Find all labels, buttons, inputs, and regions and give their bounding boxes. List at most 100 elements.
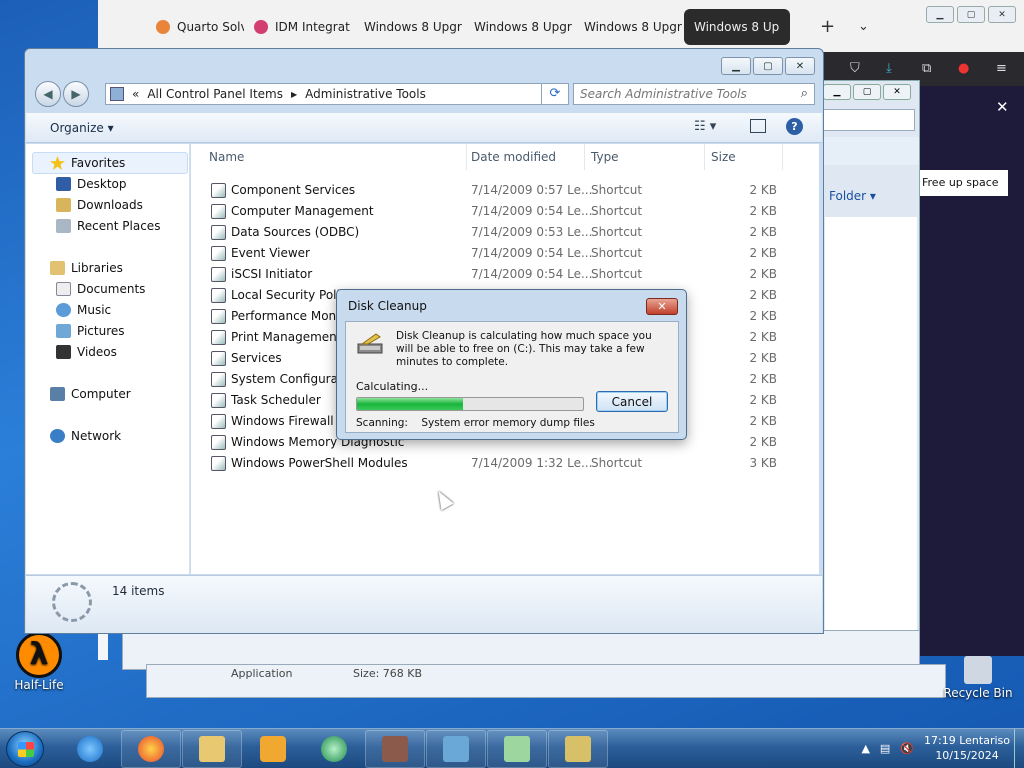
new-tab-button[interactable]: +: [820, 16, 835, 37]
taskbar-firefox[interactable]: [121, 730, 181, 768]
table-row[interactable]: Computer Management 7/14/2009 0:54 Le... S…: [191, 201, 819, 222]
nav-downloads[interactable]: Downloads: [56, 198, 143, 212]
nav-pictures[interactable]: Pictures: [56, 324, 125, 338]
app-icon: [321, 736, 347, 762]
close-icon[interactable]: ✕: [996, 98, 1009, 116]
bg-folder-button[interactable]: Folder ▾: [829, 189, 876, 203]
shortcut-icon: [211, 351, 226, 366]
taskbar-app-green[interactable]: [304, 730, 364, 768]
column-header-size[interactable]: Size: [707, 144, 783, 170]
file-size: 2 KB: [749, 330, 777, 344]
tab-favicon-icon: [156, 20, 170, 34]
desktop-icon-half-life[interactable]: λ Half-Life: [10, 632, 68, 692]
shortcut-icon: [211, 183, 226, 198]
taskbar-app-chart[interactable]: [487, 730, 547, 768]
back-button[interactable]: ◀: [35, 81, 61, 107]
nav-documents[interactable]: Documents: [56, 282, 145, 296]
table-row[interactable]: Windows PowerShell Modules 7/14/2009 1:32…: [191, 453, 819, 474]
bg-file-type: Application: [231, 667, 293, 680]
volume-muted-icon[interactable]: 🔇: [900, 742, 914, 755]
forward-button[interactable]: ▶: [63, 81, 89, 107]
column-header-type[interactable]: Type: [587, 144, 705, 170]
bg-minimize-button[interactable]: ▁: [823, 84, 851, 100]
dialog-close-button[interactable]: ✕: [646, 298, 678, 315]
start-button[interactable]: [6, 731, 44, 767]
help-icon[interactable]: ?: [786, 118, 803, 135]
taskbar-app-tools[interactable]: [365, 730, 425, 768]
file-size: 2 KB: [749, 393, 777, 407]
star-icon: [50, 156, 65, 170]
browser-close-button[interactable]: ✕: [988, 6, 1016, 23]
show-hidden-icons-icon[interactable]: ▲: [861, 742, 869, 755]
breadcrumb-separator-icon[interactable]: ▶: [291, 90, 297, 99]
browser-minimize-button[interactable]: ▁: [926, 6, 954, 23]
column-header-date[interactable]: Date modified: [467, 144, 585, 170]
file-date: 7/14/2009 0:53 Le...: [471, 225, 593, 239]
browser-tab[interactable]: IDM Integrat: [244, 9, 354, 45]
desktop-icon-recycle-bin[interactable]: Recycle Bin: [940, 656, 1016, 700]
nav-favorites[interactable]: Favorites: [50, 156, 125, 170]
search-icon[interactable]: ⌕: [801, 86, 808, 101]
table-row[interactable]: Data Sources (ODBC) 7/14/2009 0:53 Le... S…: [191, 222, 819, 243]
preview-pane-button[interactable]: [750, 119, 766, 133]
file-type: Shortcut: [591, 204, 643, 218]
nav-network[interactable]: Network: [50, 429, 121, 443]
extensions-icon[interactable]: ⧉: [922, 61, 931, 76]
show-desktop-button[interactable]: [1014, 729, 1024, 768]
taskbar-control-panel[interactable]: [426, 730, 486, 768]
close-button[interactable]: ✕: [785, 57, 815, 75]
minimize-button[interactable]: ▁: [721, 57, 751, 75]
pocket-icon[interactable]: ⛉: [850, 61, 860, 76]
browser-tab[interactable]: Quarto Solve: [146, 9, 244, 45]
menu-icon[interactable]: ≡: [996, 61, 1007, 76]
recycle-bin-icon: [964, 656, 992, 684]
browser-tab[interactable]: Windows 8 Upgr: [354, 9, 464, 45]
address-bar[interactable]: « All Control Panel Items ▶ Administrati…: [105, 83, 567, 105]
nav-computer[interactable]: Computer: [50, 387, 131, 401]
bg-search-input[interactable]: [821, 109, 915, 131]
network-status-icon[interactable]: ▤: [880, 742, 890, 755]
tab-label: IDM Integrat: [275, 20, 350, 34]
bg-explorer-window-controls: ▁ ▢ ✕: [823, 84, 911, 100]
clock[interactable]: 17:19 Lentariso 10/15/2024: [924, 733, 1010, 763]
taskbar-media-player[interactable]: [243, 730, 303, 768]
browser-maximize-button[interactable]: ▢: [957, 6, 985, 23]
organize-button[interactable]: Organize ▾: [50, 121, 114, 135]
control-panel-icon: [443, 736, 469, 762]
desktop-icon-label: Half-Life: [14, 678, 64, 692]
nav-desktop[interactable]: Desktop: [56, 177, 127, 191]
clock-time: 17:19 Lentariso: [924, 734, 1010, 747]
browser-tab[interactable]: Windows 8 Up✕: [684, 9, 790, 45]
search-input[interactable]: [574, 84, 784, 104]
table-row[interactable]: Component Services 7/14/2009 0:57 Le... Sh…: [191, 180, 819, 201]
breadcrumb-admin-tools[interactable]: Administrative Tools: [305, 87, 426, 101]
tab-list-chevron-icon[interactable]: ⌄: [858, 19, 869, 34]
browser-tab[interactable]: Windows 8 Upgr: [464, 9, 574, 45]
taskbar-internet-explorer[interactable]: [60, 730, 120, 768]
nav-label: Desktop: [77, 177, 127, 191]
download-icon[interactable]: ⤓: [886, 61, 892, 76]
taskbar-explorer[interactable]: [182, 730, 242, 768]
bg-close-button[interactable]: ✕: [883, 84, 911, 100]
nav-videos[interactable]: Videos: [56, 345, 117, 359]
breadcrumb-overflow[interactable]: «: [132, 87, 139, 101]
ublock-icon[interactable]: ●: [958, 61, 969, 76]
search-box: ⌕: [573, 83, 815, 105]
nav-music[interactable]: Music: [56, 303, 111, 317]
refresh-button[interactable]: ⟳: [541, 83, 569, 105]
change-view-button[interactable]: ☷ ▾: [694, 119, 716, 134]
taskbar-disk-cleanup[interactable]: [548, 730, 608, 768]
tab-label: Quarto Solve: [177, 20, 244, 34]
file-name: Computer Management: [231, 204, 374, 218]
browser-tab[interactable]: Windows 8 Upgr: [574, 9, 684, 45]
table-row[interactable]: Event Viewer 7/14/2009 0:54 Le... Shortcut…: [191, 243, 819, 264]
bg-maximize-button[interactable]: ▢: [853, 84, 881, 100]
maximize-button[interactable]: ▢: [753, 57, 783, 75]
cancel-button[interactable]: Cancel: [596, 391, 668, 412]
breadcrumb-control-panel[interactable]: All Control Panel Items: [147, 87, 283, 101]
nav-libraries[interactable]: Libraries: [50, 261, 123, 275]
nav-label: Recent Places: [77, 219, 161, 233]
nav-recent-places[interactable]: Recent Places: [56, 219, 160, 233]
table-row[interactable]: iSCSI Initiator 7/14/2009 0:54 Le... Short…: [191, 264, 819, 285]
column-header-name[interactable]: Name: [205, 144, 467, 170]
